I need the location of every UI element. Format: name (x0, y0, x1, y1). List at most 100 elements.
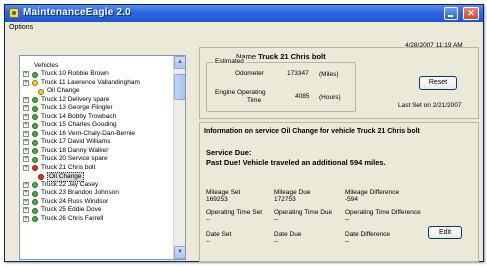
service-due-label: Service Due: (206, 148, 252, 157)
tree-item-label: Truck 17 David Williams (41, 138, 111, 145)
op-time-due-value: -- (274, 216, 279, 223)
date-set-value: -- (206, 238, 211, 245)
tree-vehicle-item[interactable]: + Truck 11 Lawrence Vallandingham (20, 79, 172, 88)
tree-item-label: Truck 14 Bobby Trowbach (41, 112, 117, 120)
tree-vehicle-item[interactable]: + Truck 14 Bobby Trowbach (20, 113, 172, 122)
tree-item-label: Truck 24 Russ Windsor (41, 197, 109, 205)
expand-icon[interactable]: + (23, 147, 29, 154)
odometer-label: Odometer (235, 70, 264, 77)
status-green-icon (32, 71, 38, 78)
tree-item-label: Oil Change (47, 87, 80, 94)
vehicle-name-line: Name Truck 21 Chris bolt (236, 52, 326, 61)
status-green-icon (32, 190, 38, 197)
expand-icon[interactable]: + (23, 105, 29, 111)
op-time-set-value: -- (206, 216, 211, 223)
status-green-icon (32, 156, 38, 163)
op-time-diff-label: Operating Time Difference (345, 209, 421, 216)
tree-scrollbar[interactable]: ▲ ▼ (173, 56, 185, 259)
tree-vehicle-item[interactable]: + Truck 22 Jay Casey (20, 181, 172, 190)
menu-options[interactable]: Options (9, 24, 33, 31)
tree-vehicle-item[interactable]: + Truck 20 Service spare (20, 155, 172, 164)
expand-icon[interactable]: + (23, 96, 29, 103)
status-yellow-icon (32, 80, 38, 86)
tree-service-item[interactable]: Oil Change (20, 171, 172, 182)
service-info-panel: Information on service Oil Change for ve… (199, 122, 479, 262)
edit-button[interactable]: Edit (428, 226, 462, 239)
odometer-unit: (Miles) (319, 71, 339, 78)
status-green-icon (32, 122, 38, 129)
tree-vehicle-item[interactable]: + Truck 10 Robbie Brown (20, 70, 172, 79)
app-icon (9, 8, 19, 18)
tree-vehicle-item[interactable]: + Truck 25 Eddie Dove (20, 206, 172, 215)
scroll-thumb[interactable] (174, 74, 185, 100)
last-set-label: Last Set on 2/21/2007 (398, 102, 462, 109)
tree-vehicle-item[interactable]: + Truck 12 Delivery spare (20, 96, 172, 105)
date-due-label: Date Due (274, 231, 302, 238)
window-title: MaintenanceEagle 2.0 (23, 7, 131, 18)
reset-button[interactable]: Reset (419, 76, 457, 90)
expand-icon[interactable]: + (23, 164, 29, 171)
mileage-set-label: Mileage Set (206, 189, 241, 196)
minimize-button[interactable] (444, 7, 458, 20)
tree-item-label: Truck 23 Brandon Johnson (41, 189, 119, 196)
scroll-up-icon[interactable]: ▲ (174, 56, 185, 69)
tree-item-label: Truck 11 Lawrence Vallandingham (41, 78, 140, 86)
expand-icon[interactable]: + (23, 156, 29, 162)
status-green-icon (32, 148, 38, 154)
scroll-down-icon[interactable]: ▼ (174, 246, 185, 259)
past-due-message: Past Due! Vehicle traveled an additional… (206, 158, 386, 167)
tree-item-label: Truck 26 Chris Farrell (41, 214, 104, 222)
engine-label-2: Time (247, 97, 262, 104)
name-value: Truck 21 Chris bolt (258, 52, 326, 61)
status-yellow-icon (38, 88, 44, 95)
expand-icon[interactable]: + (23, 190, 29, 196)
status-green-icon (32, 97, 38, 103)
expand-icon[interactable]: + (23, 113, 29, 120)
info-title: Information on service Oil Change for ve… (204, 128, 420, 135)
mileage-diff-value: -594 (345, 196, 359, 203)
op-time-due-label: Operating Time Due (274, 209, 333, 216)
tree-vehicle-item[interactable]: + Truck 26 Chris Farrell (20, 215, 172, 224)
odometer-value: 173347 (287, 70, 309, 77)
status-green-icon (32, 114, 38, 120)
status-green-icon (32, 139, 38, 146)
mileage-diff-label: Mileage Difference (345, 189, 400, 196)
tree-item-label: Truck 15 Charles Gooding (41, 121, 117, 128)
engine-value: 4085 (295, 93, 310, 100)
tree-vehicle-item[interactable]: + Truck 21 Chris bolt (20, 164, 172, 173)
expand-icon[interactable]: + (23, 181, 29, 188)
expand-icon[interactable]: + (23, 130, 29, 137)
date-due-value: -- (274, 238, 279, 245)
tree-item-label: Truck 20 Service spare (41, 155, 108, 162)
tree-item-label: Truck 25 Eddie Dove (41, 206, 102, 213)
expand-icon[interactable]: + (23, 215, 29, 222)
tree-vehicle-item[interactable]: + Truck 23 Brandon Johnson (20, 189, 172, 198)
expand-icon[interactable]: + (23, 207, 29, 213)
expand-icon[interactable]: + (23, 71, 29, 77)
tree-vehicle-item[interactable]: + Truck 13 George Flingler (20, 104, 172, 113)
tree-vehicle-item[interactable]: + Truck 16 Vern-Chaly-Dan-Bernie (20, 130, 172, 139)
status-green-icon (32, 131, 38, 137)
date-diff-label: Date Difference (345, 231, 391, 238)
expand-icon[interactable]: + (23, 122, 29, 128)
expand-icon[interactable]: + (23, 79, 29, 86)
title-bar[interactable]: MaintenanceEagle 2.0 ✕ (5, 5, 483, 22)
tree-service-item[interactable]: Oil Change (20, 87, 172, 96)
status-green-icon (32, 199, 38, 205)
vehicle-tree[interactable]: Vehicles + Truck 10 Robbie Brown + Truck 11… (19, 55, 186, 260)
tree-vehicle-item[interactable]: + Truck 18 Danny Walker (20, 147, 172, 156)
status-red-icon (38, 173, 44, 180)
op-time-set-label: Operating Time Set (206, 209, 262, 216)
estimated-legend: Estimated (213, 58, 246, 65)
status-green-icon (32, 207, 38, 214)
expand-icon[interactable]: + (23, 198, 29, 205)
tree-vehicle-item[interactable]: + Truck 15 Charles Gooding (20, 121, 172, 130)
tree-item-label: Truck 10 Robbie Brown (41, 70, 109, 77)
expand-icon[interactable]: + (23, 139, 29, 145)
tree-vehicle-item[interactable]: + Truck 24 Russ Windsor (20, 198, 172, 207)
close-button[interactable]: ✕ (463, 7, 479, 20)
date-set-label: Date Set (206, 231, 232, 238)
main-window: MaintenanceEagle 2.0 ✕ Options 4/28/2007… (4, 4, 484, 262)
tree-list: + Truck 10 Robbie Brown + Truck 11 Lawrence… (20, 70, 172, 223)
tree-vehicle-item[interactable]: + Truck 17 David Williams (20, 138, 172, 147)
